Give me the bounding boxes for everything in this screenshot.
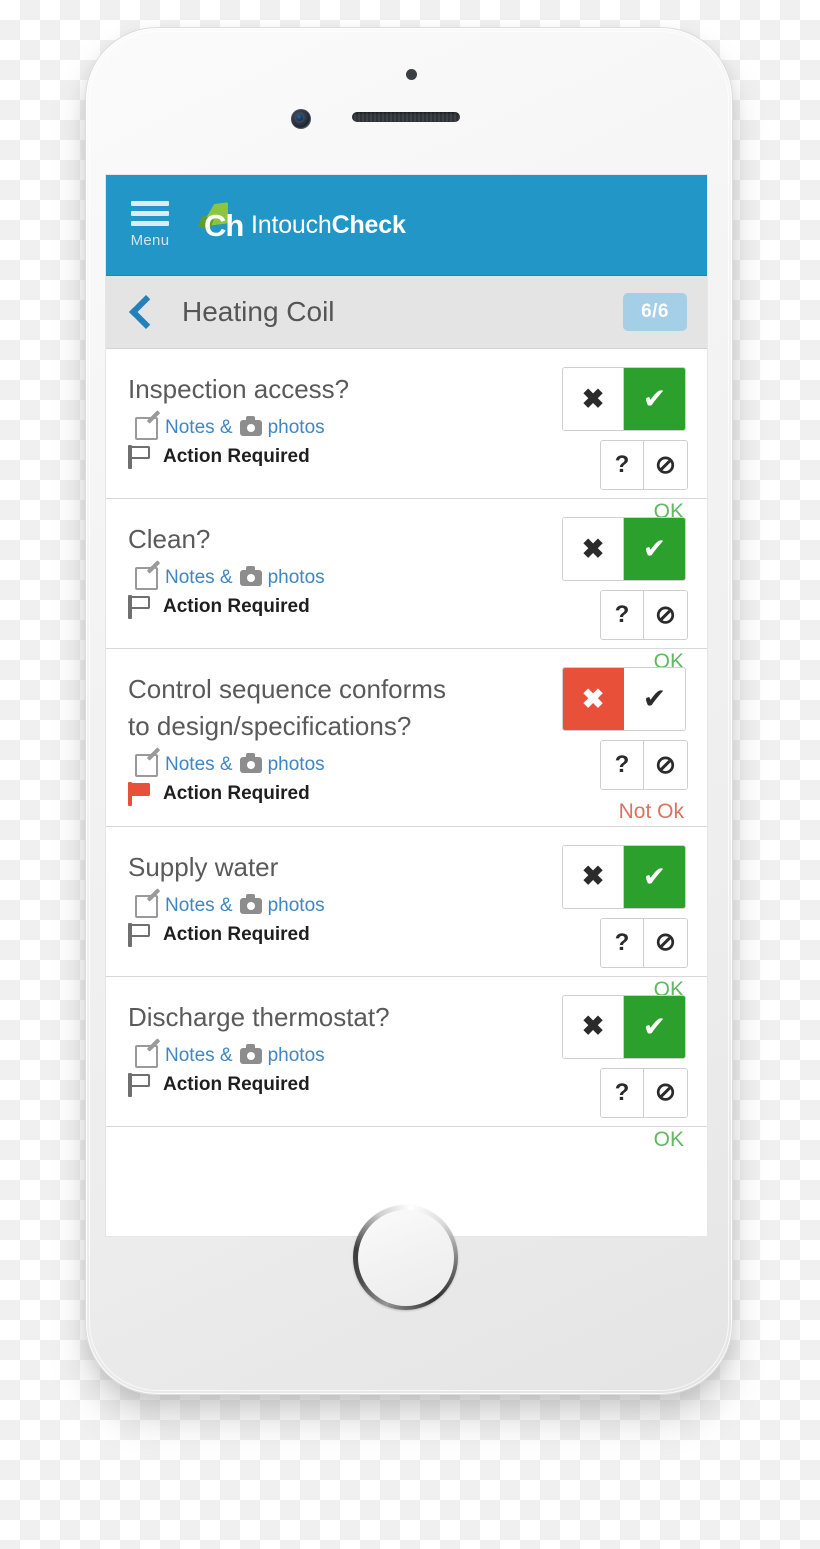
item-question: Inspection access? [128,374,350,404]
photos-label: photos [267,567,325,589]
proximity-sensor-icon [406,69,417,80]
flag-icon [128,781,152,806]
section-title-bar: Heating Coil 6/6 [106,276,707,349]
answer-yes-button[interactable]: ✔ [624,995,685,1058]
photos-label: photos [267,417,325,439]
action-required-label: Action Required [163,782,310,804]
answer-button-group: ✖ ✔ ? ⊘ OK [562,994,688,1152]
camera-icon [239,1044,262,1065]
checklist-item[interactable]: Discharge thermostat? Notes & photos Act… [106,977,707,1151]
checklist-item[interactable]: Control sequence conforms to design/spec… [106,649,707,827]
answer-primary-row: ✖ ✔ [562,667,686,731]
photos-label: photos [267,895,325,917]
status-label: OK [653,1127,684,1151]
notes-label: Notes & [165,417,233,439]
answer-secondary-row: ? ⊘ [600,440,688,490]
edit-pencil-icon [135,894,158,918]
front-camera-icon [291,109,311,129]
camera-icon [239,566,262,587]
answer-button-group: ✖ ✔ ? ⊘ Not Ok [562,667,688,824]
answer-yes-button[interactable]: ✔ [624,845,685,908]
earpiece-speaker-icon [352,112,460,122]
flag-icon [128,1072,152,1097]
action-required-label: Action Required [163,595,310,617]
chevron-left-icon[interactable] [129,295,163,329]
notes-label: Notes & [165,754,233,776]
photos-label: photos [267,754,325,776]
answer-yes-button[interactable]: ✔ [624,518,685,580]
camera-icon [239,894,262,915]
hamburger-icon [131,201,169,231]
answer-na-button[interactable]: ⊘ [644,741,687,789]
action-required-label: Action Required [163,445,310,467]
answer-na-button[interactable]: ⊘ [644,591,687,639]
answer-primary-row: ✖ ✔ [562,367,686,431]
menu-button[interactable]: Menu [127,201,173,249]
item-question: Discharge thermostat? [128,1001,390,1032]
camera-icon [239,416,262,437]
status-label: Not Ok [618,800,684,823]
camera-icon [239,753,262,774]
progress-badge: 6/6 [623,293,687,331]
edit-pencil-icon [135,753,158,777]
answer-secondary-row: ? ⊘ [600,590,688,640]
checklist-item[interactable]: Inspection access? Notes & photos Action… [106,349,707,523]
answer-yes-button[interactable]: ✔ [624,668,685,730]
item-question: Clean? [128,524,211,554]
answer-yes-button[interactable]: ✔ [624,368,685,430]
flag-icon [128,922,152,947]
action-required-label: Action Required [163,1073,310,1095]
answer-no-button[interactable]: ✖ [563,995,624,1058]
answer-no-button[interactable]: ✖ [563,518,624,580]
menu-button-label: Menu [130,232,170,249]
answer-no-button[interactable]: ✖ [563,845,624,908]
page-title: Heating Coil [182,296,335,327]
edit-pencil-icon [135,1044,158,1068]
photos-label: photos [267,1045,325,1067]
action-required-label: Action Required [163,923,310,945]
checklist: Inspection access? Notes & photos Action… [106,349,707,1151]
flag-icon [128,444,152,469]
answer-no-button[interactable]: ✖ [563,368,624,430]
edit-pencil-icon [135,566,158,590]
item-question: Supply water [128,851,279,882]
checklist-item[interactable]: Supply water Notes & photos Action Requi… [106,827,707,1001]
answer-unsure-button[interactable]: ? [601,741,644,789]
checklist-item[interactable]: Clean? Notes & photos Action Required ✖ … [106,499,707,673]
item-question: Control sequence conforms to design/spec… [128,674,446,741]
brand-name-light: Intouch [251,210,332,239]
home-button-icon[interactable] [353,1205,458,1310]
notes-label: Notes & [165,567,233,589]
answer-secondary-row: ? ⊘ [600,1067,688,1118]
answer-primary-row: ✖ ✔ [562,517,686,581]
answer-na-button[interactable]: ⊘ [644,441,687,489]
flag-icon [128,594,152,619]
answer-unsure-button[interactable]: ? [601,1068,644,1117]
answer-primary-row: ✖ ✔ [562,994,686,1059]
phone-device-frame: Menu Ch IntouchCheck Heating Coil 6/6 In… [85,27,733,1395]
app-header: Menu Ch IntouchCheck [106,175,707,276]
answer-unsure-button[interactable]: ? [601,441,644,489]
answer-unsure-button[interactable]: ? [601,591,644,639]
answer-secondary-row: ? ⊘ [600,740,688,790]
notes-label: Notes & [165,1045,233,1067]
answer-unsure-button[interactable]: ? [601,918,644,967]
answer-na-button[interactable]: ⊘ [644,1068,687,1117]
answer-no-button[interactable]: ✖ [563,668,624,730]
logo-ch-text: Ch [204,208,244,243]
notes-label: Notes & [165,895,233,917]
brand-name: IntouchCheck [251,211,406,240]
edit-pencil-icon [135,416,158,440]
answer-na-button[interactable]: ⊘ [644,918,687,967]
phone-screen: Menu Ch IntouchCheck Heating Coil 6/6 In… [105,174,708,1237]
answer-secondary-row: ? ⊘ [600,917,688,968]
answer-primary-row: ✖ ✔ [562,844,686,909]
brand-name-bold: Check [331,210,406,239]
intouchcheck-logo-icon: Ch [195,202,244,248]
